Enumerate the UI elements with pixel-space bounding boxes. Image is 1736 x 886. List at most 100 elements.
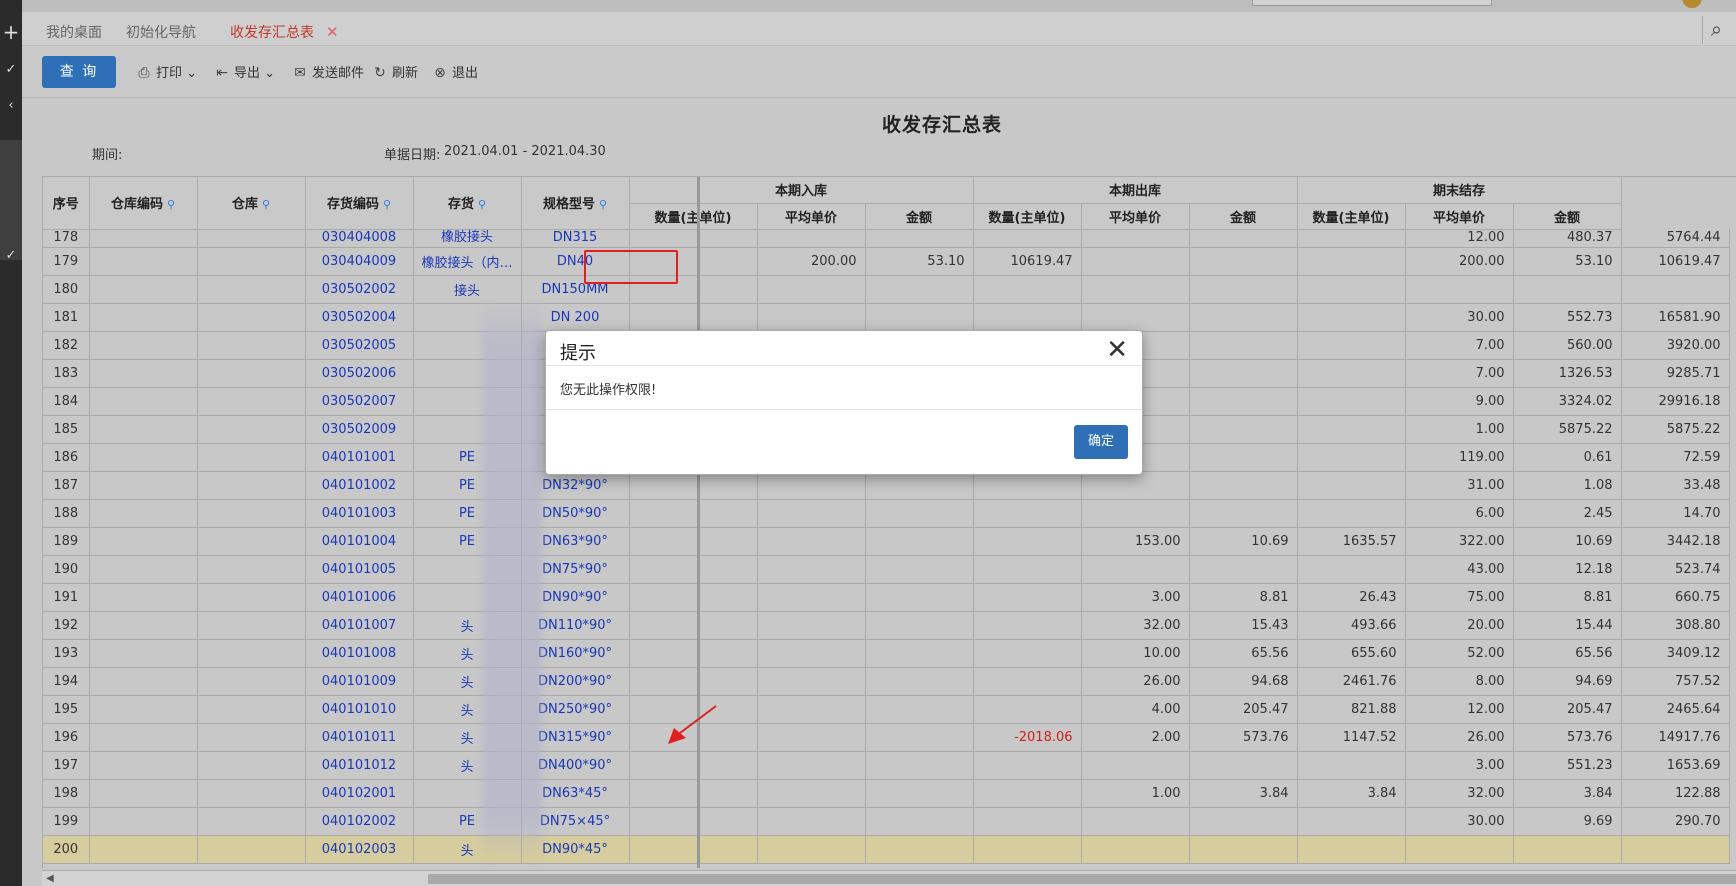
col-inv[interactable]: 存货 ⚲ bbox=[413, 177, 522, 230]
left-sidebar: + ✓ ‹ ✓ bbox=[0, 0, 22, 886]
pin-icon[interactable]: ⚲ bbox=[478, 198, 486, 211]
toolbar: 查 询 ⎙ 打印 ⌄ ⇤ 导出 ⌄ ✉ 发送邮件 ↻ 刷新 ⊗ 退出 bbox=[22, 46, 1736, 98]
cell-wh-code bbox=[89, 527, 198, 556]
table-row[interactable]: 180 030502002 接头 DN150MM bbox=[43, 275, 1730, 304]
cell-out-price bbox=[1189, 555, 1298, 584]
cell-out-price bbox=[1189, 359, 1298, 388]
table-row[interactable]: 178 030404008 橡胶接头 DN315 12.00 480.37 5764.44 bbox=[43, 229, 1730, 248]
cell-code: 040102001 bbox=[305, 779, 414, 808]
col-spec[interactable]: 规格型号 ⚲ bbox=[521, 177, 630, 230]
cell-end-amt: 14.70 bbox=[1621, 499, 1730, 528]
col-in-qty[interactable]: 数量(主单位) bbox=[629, 203, 758, 230]
printer-icon: ⎙ bbox=[138, 65, 150, 81]
exit-button[interactable]: ⊗ 退出 bbox=[432, 62, 478, 81]
col-out-qty[interactable]: 数量(主单位) bbox=[973, 203, 1082, 230]
col-out-price[interactable]: 平均单价 bbox=[1081, 203, 1190, 230]
table-row[interactable]: 193 040101008 头 DN160*90° 10.00 65.56 655.60 52… bbox=[43, 639, 1730, 668]
collapse-icon[interactable]: ‹ bbox=[0, 94, 22, 118]
col-end-amt[interactable]: 金额 bbox=[1513, 203, 1622, 230]
search-icon[interactable]: ⌕ bbox=[1702, 16, 1730, 44]
table-row[interactable]: 197 040101012 头 DN400*90° 3.00 551.23 1653.69 bbox=[43, 751, 1730, 780]
report-title: 收发存汇总表 bbox=[882, 114, 1003, 136]
cell-in-price bbox=[865, 527, 974, 556]
table-row[interactable]: 181 030502004 DN 200 30.00 552.73 16581.90 bbox=[43, 303, 1730, 332]
cell-end-amt: 290.70 bbox=[1621, 807, 1730, 836]
cell-end-qty bbox=[1405, 275, 1514, 304]
tab-close-icon[interactable]: ✕ bbox=[326, 23, 339, 41]
col-end-qty[interactable]: 数量(主单位) bbox=[1297, 203, 1406, 230]
check-icon[interactable]: ✓ bbox=[0, 58, 22, 82]
check-icon-2[interactable]: ✓ bbox=[0, 244, 22, 268]
horizontal-scrollbar[interactable]: ◀ bbox=[42, 870, 1736, 886]
cell-end-qty: 75.00 bbox=[1405, 583, 1514, 612]
scroll-left-icon[interactable]: ◀ bbox=[46, 871, 54, 886]
cell-out-qty: 10.00 bbox=[1081, 639, 1190, 668]
cell-end-amt: 757.52 bbox=[1621, 667, 1730, 696]
cell-out-price bbox=[1189, 387, 1298, 416]
query-button[interactable]: 查 询 bbox=[42, 56, 116, 88]
cell-out-amt bbox=[1297, 499, 1406, 528]
table-row[interactable]: 179 030404009 橡胶接头（内… DN40 200.00 53.10 10619.… bbox=[43, 247, 1730, 276]
cell-end-price: 3324.02 bbox=[1513, 387, 1622, 416]
export-button[interactable]: ⇤ 导出 ⌄ bbox=[214, 62, 275, 81]
cell-seq: 187 bbox=[43, 471, 90, 500]
col-wh[interactable]: 仓库 ⚲ bbox=[197, 177, 306, 230]
pin-icon[interactable]: ⚲ bbox=[262, 198, 270, 211]
scrollbar-thumb[interactable] bbox=[428, 874, 1736, 884]
grid-body[interactable]: 178 030404008 橡胶接头 DN315 12.00 480.37 5764.44 1… bbox=[43, 229, 1736, 868]
cell-in-price bbox=[865, 611, 974, 640]
tab-init-nav[interactable]: 初始化导航 bbox=[126, 22, 196, 42]
table-row[interactable]: 195 040101010 头 DN250*90° 4.00 205.47 821.88 12… bbox=[43, 695, 1730, 724]
cell-wh-code bbox=[89, 247, 198, 276]
send-mail-button[interactable]: ✉ 发送邮件 bbox=[292, 62, 364, 81]
cell-end-price bbox=[1513, 275, 1622, 304]
cell-end-qty: 3.00 bbox=[1405, 751, 1514, 780]
cell-out-amt bbox=[1297, 807, 1406, 836]
cell-wh bbox=[197, 667, 306, 696]
table-row[interactable]: 198 040102001 DN63*45° 1.00 3.84 3.84 32.00 3.8… bbox=[43, 779, 1730, 808]
close-icon[interactable]: ✕ bbox=[1106, 333, 1128, 367]
cell-in-qty bbox=[757, 807, 866, 836]
cell-end-qty: 30.00 bbox=[1405, 807, 1514, 836]
col-end-price[interactable]: 平均单价 bbox=[1405, 203, 1514, 230]
table-row[interactable]: 199 040102002 PE DN75×45° 30.00 9.69 290.70 bbox=[43, 807, 1730, 836]
cell-frozen-gap bbox=[629, 583, 758, 612]
table-row[interactable]: 188 040101003 PE DN50*90° 6.00 2.45 14.70 bbox=[43, 499, 1730, 528]
col-in-price[interactable]: 平均单价 bbox=[757, 203, 866, 230]
refresh-button[interactable]: ↻ 刷新 bbox=[372, 62, 418, 81]
pin-icon[interactable]: ⚲ bbox=[383, 198, 391, 211]
table-row[interactable]: 194 040101009 头 DN200*90° 26.00 94.68 2461.76 8… bbox=[43, 667, 1730, 696]
tab-summary[interactable]: 收发存汇总表 ✕ bbox=[230, 22, 339, 48]
cell-code: 040101012 bbox=[305, 751, 414, 780]
table-row[interactable]: 192 040101007 头 DN110*90° 32.00 15.43 493.66 20… bbox=[43, 611, 1730, 640]
cell-wh bbox=[197, 359, 306, 388]
print-button[interactable]: ⎙ 打印 ⌄ bbox=[136, 62, 197, 81]
cell-in-qty bbox=[757, 639, 866, 668]
col-seq[interactable]: 序号 bbox=[43, 177, 90, 230]
cell-end-price: 552.73 bbox=[1513, 303, 1622, 332]
cell-end-price: 8.81 bbox=[1513, 583, 1622, 612]
cell-code: 040101004 bbox=[305, 527, 414, 556]
top-search-box[interactable] bbox=[1252, 0, 1492, 6]
cell-in-price bbox=[865, 639, 974, 668]
tab-desktop[interactable]: 我的桌面 bbox=[46, 22, 102, 42]
col-wh-code[interactable]: 仓库编码 ⚲ bbox=[89, 177, 198, 230]
table-row[interactable]: 191 040101006 DN90*90° 3.00 8.81 26.43 75.00 8.… bbox=[43, 583, 1730, 612]
pin-icon[interactable]: ⚲ bbox=[599, 198, 607, 211]
cell-in-amt: -2018.06 bbox=[973, 723, 1082, 752]
table-row[interactable]: 189 040101004 PE DN63*90° 153.00 10.69 1635.57… bbox=[43, 527, 1730, 556]
col-in-amt[interactable]: 金额 bbox=[865, 203, 974, 230]
table-row[interactable]: 196 040101011 头 DN315*90° -2018.06 2.00 573.76… bbox=[43, 723, 1730, 752]
col-out-amt[interactable]: 金额 bbox=[1189, 203, 1298, 230]
add-icon[interactable]: + bbox=[0, 20, 22, 44]
cell-wh bbox=[197, 639, 306, 668]
table-row[interactable]: 187 040101002 PE DN32*90° 31.00 1.08 33.48 bbox=[43, 471, 1730, 500]
cell-out-price bbox=[1189, 303, 1298, 332]
cell-out-price: 10.69 bbox=[1189, 527, 1298, 556]
pin-icon[interactable]: ⚲ bbox=[167, 198, 175, 211]
col-inv-code[interactable]: 存货编码 ⚲ bbox=[305, 177, 414, 230]
table-row[interactable]: 190 040101005 DN75*90° 43.00 12.18 523.74 bbox=[43, 555, 1730, 584]
table-row[interactable]: 200 040102003 头 DN90*45° bbox=[43, 835, 1730, 864]
cell-end-price: 10.69 bbox=[1513, 527, 1622, 556]
ok-button[interactable]: 确定 bbox=[1074, 425, 1128, 459]
